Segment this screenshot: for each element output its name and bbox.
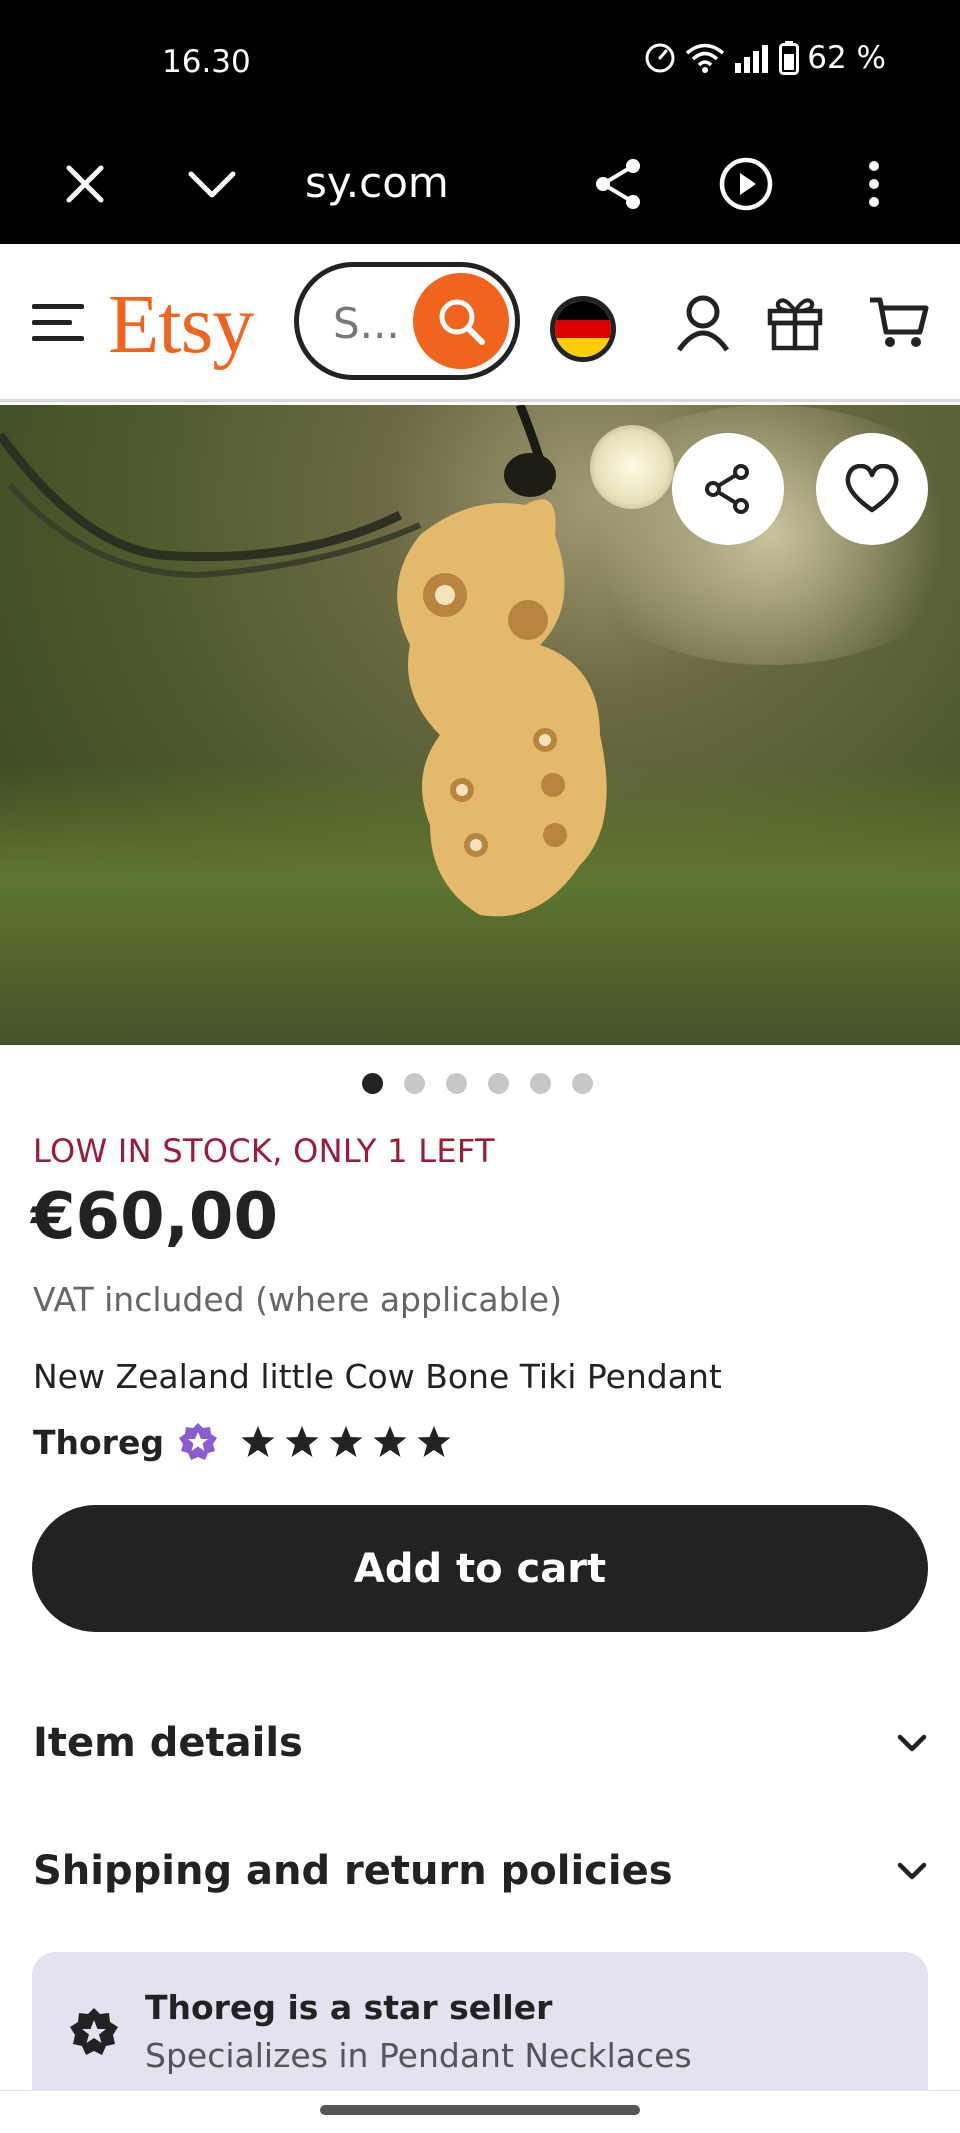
star-seller-badge-icon <box>178 1423 217 1460</box>
play-icon[interactable] <box>714 152 778 216</box>
stock-notice: LOW IN STOCK, ONLY 1 LEFT <box>33 1132 495 1170</box>
more-options-icon[interactable] <box>842 152 906 216</box>
product-title: New Zealand little Cow Bone Tiki Pendant <box>33 1357 722 1396</box>
chevron-down-icon <box>897 1734 927 1752</box>
add-to-cart-button[interactable]: Add to cart <box>32 1505 928 1632</box>
germany-flag-icon[interactable] <box>550 296 616 362</box>
star-icon <box>417 1426 451 1457</box>
home-gesture-handle[interactable] <box>320 2105 640 2115</box>
search-input[interactable]: S... <box>294 262 520 380</box>
star-seller-subtitle: Specializes in Pendant Necklaces <box>145 2036 692 2075</box>
status-icons: 62 % <box>643 40 886 76</box>
site-header: Etsy S... <box>0 244 960 402</box>
seller-name[interactable]: Thoreg <box>33 1423 164 1462</box>
carousel-dot[interactable] <box>404 1073 425 1094</box>
carousel-dot[interactable] <box>446 1073 467 1094</box>
product-price: €60,00 <box>31 1180 278 1254</box>
close-icon[interactable] <box>53 152 117 216</box>
share-icon[interactable] <box>586 152 650 216</box>
status-time: 16.30 <box>162 44 251 80</box>
search-button[interactable] <box>413 273 509 369</box>
star-icon <box>329 1426 363 1457</box>
browser-toolbar: sy.com <box>0 122 960 244</box>
shipping-policies-accordion[interactable]: Shipping and return policies <box>33 1831 928 1911</box>
carousel-dot[interactable] <box>488 1073 509 1094</box>
battery-percent: 62 % <box>807 40 886 76</box>
vat-note: VAT included (where applicable) <box>33 1280 562 1319</box>
share-product-button[interactable] <box>672 433 784 545</box>
battery-icon <box>779 41 800 75</box>
etsy-logo[interactable]: Etsy <box>108 276 254 373</box>
system-nav-bar <box>0 2090 960 2133</box>
search-placeholder: S... <box>333 299 400 348</box>
item-details-accordion[interactable]: Item details <box>33 1703 928 1783</box>
menu-icon[interactable] <box>32 302 84 342</box>
chevron-down-icon <box>897 1862 927 1880</box>
chevron-down-icon[interactable] <box>180 152 244 216</box>
shipping-label: Shipping and return policies <box>33 1848 673 1894</box>
item-details-label: Item details <box>33 1720 303 1766</box>
wifi-icon <box>685 42 725 74</box>
star-seller-icon <box>70 2008 118 2055</box>
status-bar: 16.30 62 % <box>0 0 960 122</box>
pendant-illustration <box>0 405 607 917</box>
search-icon <box>439 299 485 345</box>
image-carousel-dots[interactable] <box>362 1073 593 1094</box>
favorite-button[interactable] <box>816 433 928 545</box>
data-saver-icon <box>643 41 677 75</box>
heart-icon <box>845 464 899 513</box>
cart-icon[interactable] <box>864 284 934 360</box>
account-icon[interactable] <box>668 284 738 360</box>
seller-row: Thoreg <box>33 1422 452 1462</box>
carousel-dot[interactable] <box>362 1073 383 1094</box>
carousel-dot[interactable] <box>530 1073 551 1094</box>
url-text[interactable]: sy.com <box>305 158 449 207</box>
star-icon <box>373 1426 407 1457</box>
carousel-dot[interactable] <box>572 1073 593 1094</box>
rating-stars[interactable] <box>240 1425 452 1459</box>
star-icon <box>285 1426 319 1457</box>
star-seller-title: Thoreg is a star seller <box>145 1988 553 2027</box>
star-icon <box>241 1426 275 1457</box>
gift-icon[interactable] <box>760 284 830 360</box>
share-icon <box>705 464 749 514</box>
product-image[interactable] <box>0 405 960 1045</box>
signal-icon <box>733 43 771 73</box>
